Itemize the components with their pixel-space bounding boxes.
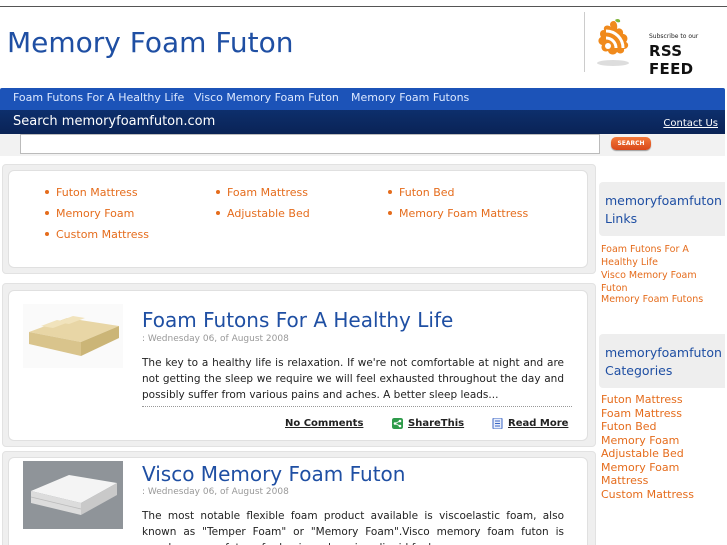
sidebar-links-heading: memoryfoamfuton Links bbox=[605, 193, 722, 226]
bullet-icon bbox=[216, 211, 220, 215]
rss-feed-icon[interactable] bbox=[589, 18, 639, 68]
category-label: Foam Mattress bbox=[227, 186, 308, 199]
bullet-icon bbox=[388, 190, 392, 194]
contact-us-link[interactable]: Contact Us bbox=[663, 118, 718, 129]
post-thumbnail-image[interactable] bbox=[23, 461, 123, 529]
top-navigation: Foam Futons For A Healthy Life Visco Mem… bbox=[0, 88, 725, 110]
post-date: : Wednesday 06, of August 2008 bbox=[142, 487, 289, 497]
header-divider bbox=[584, 12, 585, 72]
sidebar-link-foam-futons[interactable]: Foam Futons For A Healthy Life bbox=[601, 243, 725, 269]
nav-item-memory-foam-futons[interactable]: Memory Foam Futons bbox=[351, 91, 469, 104]
rss-feed-label[interactable]: RSS FEED bbox=[649, 42, 727, 78]
category-label: Memory Foam Mattress bbox=[399, 207, 529, 220]
sidebar-category-futon-mattress[interactable]: Futon Mattress bbox=[601, 393, 683, 407]
comments-link[interactable]: No Comments bbox=[285, 418, 363, 429]
sidebar-categories-heading: memoryfoamfuton Categories bbox=[605, 345, 722, 378]
sidebar-category-memory-foam-mattress[interactable]: Memory Foam Mattress bbox=[601, 461, 711, 488]
category-memory-foam[interactable]: Memory Foam bbox=[45, 207, 134, 220]
bullet-icon bbox=[216, 190, 220, 194]
sidebar-link-visco-futon[interactable]: Visco Memory Foam Futon bbox=[601, 269, 725, 295]
top-rule bbox=[0, 6, 727, 7]
sidebar-category-futon-bed[interactable]: Futon Bed bbox=[601, 420, 657, 434]
search-header: Search memoryfoamfuton.com Contact Us bbox=[0, 110, 725, 134]
bullet-icon bbox=[45, 232, 49, 236]
post-thumbnail-image[interactable] bbox=[23, 304, 123, 368]
post-title[interactable]: Foam Futons For A Healthy Life bbox=[142, 308, 453, 332]
category-label: Custom Mattress bbox=[56, 228, 150, 241]
share-icon[interactable] bbox=[392, 418, 403, 429]
search-title: Search memoryfoamfuton.com bbox=[13, 114, 216, 129]
post-excerpt: The most notable flexible foam product a… bbox=[142, 510, 564, 545]
category-adjustable-bed[interactable]: Adjustable Bed bbox=[216, 207, 310, 220]
nav-item-visco-futon[interactable]: Visco Memory Foam Futon bbox=[194, 91, 339, 104]
share-link[interactable]: ShareThis bbox=[408, 418, 464, 429]
rss-subscribe-text: Subscribe to our bbox=[649, 33, 699, 40]
search-button[interactable]: SEARCH bbox=[611, 137, 651, 150]
category-memory-foam-mattress[interactable]: Memory Foam Mattress bbox=[388, 207, 528, 220]
category-custom-mattress[interactable]: Custom Mattress bbox=[45, 228, 149, 241]
category-futon-mattress[interactable]: Futon Mattress bbox=[45, 186, 138, 199]
sidebar-link-memory-foam-futons[interactable]: Memory Foam Futons bbox=[601, 293, 725, 306]
bullet-icon bbox=[388, 211, 392, 215]
category-label: Futon Bed bbox=[399, 186, 455, 199]
post-title[interactable]: Visco Memory Foam Futon bbox=[142, 462, 405, 486]
bullet-icon bbox=[45, 190, 49, 194]
sidebar-category-adjustable-bed[interactable]: Adjustable Bed bbox=[601, 447, 684, 461]
search-input[interactable] bbox=[20, 134, 600, 154]
bullet-icon bbox=[45, 211, 49, 215]
sidebar-category-foam-mattress[interactable]: Foam Mattress bbox=[601, 407, 682, 421]
read-more-link[interactable]: Read More bbox=[508, 418, 568, 429]
document-icon[interactable] bbox=[492, 418, 503, 429]
post-divider bbox=[142, 406, 572, 407]
category-label: Memory Foam bbox=[56, 207, 135, 220]
nav-item-foam-futons[interactable]: Foam Futons For A Healthy Life bbox=[13, 91, 184, 104]
category-label: Futon Mattress bbox=[56, 186, 138, 199]
category-foam-mattress[interactable]: Foam Mattress bbox=[216, 186, 308, 199]
sidebar-category-custom-mattress[interactable]: Custom Mattress bbox=[601, 488, 694, 502]
post-excerpt: The key to a healthy life is relaxation.… bbox=[142, 357, 564, 401]
site-title[interactable]: Memory Foam Futon bbox=[7, 26, 294, 59]
post-date: : Wednesday 06, of August 2008 bbox=[142, 334, 289, 344]
category-futon-bed[interactable]: Futon Bed bbox=[388, 186, 455, 199]
sidebar-category-memory-foam[interactable]: Memory Foam bbox=[601, 434, 679, 448]
category-label: Adjustable Bed bbox=[227, 207, 310, 220]
